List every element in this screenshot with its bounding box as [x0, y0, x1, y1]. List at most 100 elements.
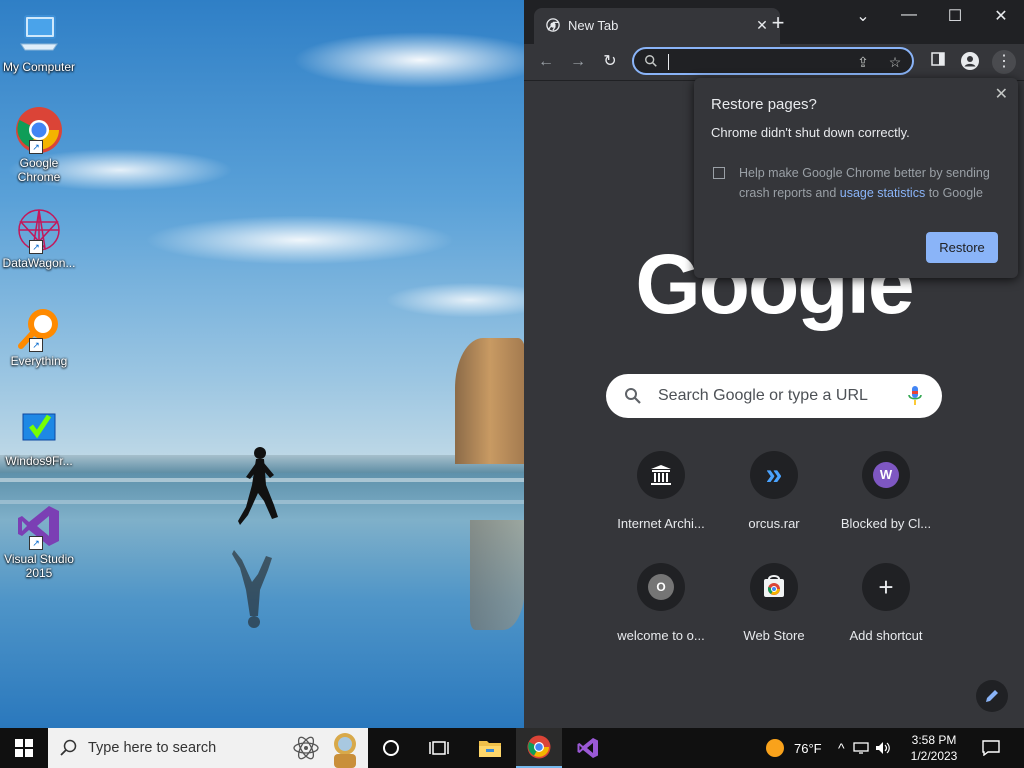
computer-icon	[15, 10, 63, 58]
letter-o-icon: O	[637, 563, 685, 611]
shortcut-label: Internet Archi...	[617, 516, 705, 531]
kebab-menu-icon[interactable]: ⋮	[992, 50, 1016, 74]
clock-date: 1/2/2023	[910, 749, 958, 763]
search-highlight-illustration-icon	[334, 733, 356, 768]
shortcut-arrow-icon: ↗	[29, 140, 43, 154]
profile-avatar-icon[interactable]	[960, 52, 980, 72]
shortcut-arrow-icon: ↗	[29, 240, 43, 254]
taskbar-visual-studio[interactable]	[565, 728, 611, 768]
close-window-icon[interactable]: ✕	[986, 6, 1016, 26]
shortcut-tile-internet-archive[interactable]: Internet Archi...	[605, 451, 717, 531]
desktop-wallpaper: My Computer ↗ Google Chrome ↗ DataWagon.…	[0, 0, 524, 728]
wallpaper-cliff-reflection	[470, 520, 524, 630]
chrome-window: New Tab ✕ + ⌄ — ☐ ✕ ← → ↻ ⇪ ☆ ⋮ Google S…	[524, 0, 1024, 728]
taskbar-clock[interactable]: 3:58 PM 1/2/2023	[904, 732, 964, 764]
text-caret	[668, 54, 669, 70]
plus-icon: +	[862, 563, 910, 611]
desktop-icon-label: Google Chrome	[17, 156, 61, 184]
desktop-icon-google-chrome[interactable]: ↗ Google Chrome	[0, 106, 78, 184]
desktop-icon-everything[interactable]: ↗ Everything	[0, 304, 78, 368]
shortcut-label: Web Store	[743, 628, 805, 643]
forward-arrow-icon[interactable]: →	[568, 52, 588, 72]
task-view-icon	[429, 741, 449, 755]
network-icon[interactable]	[852, 741, 869, 755]
minimize-icon[interactable]: —	[894, 6, 924, 24]
weather-widget[interactable]: 76°F	[766, 728, 822, 768]
desktop-icon-label: My Computer	[2, 60, 76, 74]
shortcut-glyph: O	[648, 574, 674, 600]
weather-temp: 76°F	[794, 740, 822, 756]
chrome-favicon-icon	[546, 18, 560, 32]
wallpaper-runner	[238, 447, 278, 525]
clock-time: 3:58 PM	[911, 733, 957, 747]
desktop-icon-datawagon[interactable]: ↗ DataWagon...	[0, 206, 78, 270]
taskbar-chrome[interactable]	[516, 728, 562, 768]
chrome-toolbar: ← → ↻ ⇪ ☆ ⋮	[524, 44, 1024, 81]
ntp-search-placeholder: Search Google or type a URL	[658, 387, 868, 404]
maximize-icon[interactable]: ☐	[940, 6, 970, 26]
chrome-icon	[527, 735, 551, 759]
shortcut-label: orcus.rar	[748, 516, 800, 531]
restore-dialog-title: Restore pages?	[711, 96, 817, 113]
task-view-button[interactable]	[416, 728, 462, 768]
letter-w-icon: W	[862, 451, 910, 499]
side-panel-icon[interactable]	[928, 52, 948, 72]
share-icon[interactable]: ⇪	[854, 53, 872, 71]
desktop-icon-windos9fr[interactable]: Windos9Fr...	[0, 404, 78, 468]
datawagon-icon: ↗	[15, 206, 63, 254]
crash-report-label: Help make Google Chrome better by sendin…	[739, 163, 999, 203]
desktop-icon-label: Visual Studio 2015	[4, 552, 74, 580]
wallpaper-cliff	[455, 338, 524, 464]
crash-report-checkbox[interactable]	[713, 167, 725, 179]
tab-new-tab[interactable]: New Tab ✕	[534, 8, 780, 44]
taskbar-file-explorer[interactable]	[467, 728, 513, 768]
desktop-icon-label: Windos9Fr...	[5, 454, 73, 468]
atom-icon	[293, 736, 319, 760]
double-chevron-icon: »	[750, 451, 798, 499]
shortcut-tile-orcus[interactable]: » orcus.rar	[718, 451, 830, 531]
shortcut-tile-welcome[interactable]: O welcome to o...	[605, 563, 717, 643]
tab-search-chevron-icon[interactable]: ⌄	[848, 6, 878, 26]
chrome-titlebar[interactable]: New Tab ✕ + ⌄ — ☐ ✕	[524, 0, 1024, 44]
magnifier-icon: ↗	[15, 304, 63, 352]
volume-icon[interactable]	[875, 741, 891, 755]
notifications-button[interactable]	[968, 728, 1014, 768]
tab-title: New Tab	[568, 18, 619, 33]
show-hidden-icons-chevron-icon[interactable]: ^	[838, 740, 845, 756]
shortcut-tile-blocked[interactable]: W Blocked by Cl...	[830, 451, 942, 531]
microphone-icon[interactable]	[908, 386, 922, 406]
usage-statistics-link[interactable]: usage statistics	[840, 186, 925, 200]
wallpaper-runner-reflection	[232, 550, 272, 628]
restore-button[interactable]: Restore	[926, 232, 998, 263]
shortcut-tile-web-store[interactable]: Web Store	[718, 563, 830, 643]
shortcut-glyph: W	[873, 462, 899, 488]
start-button[interactable]	[0, 728, 48, 768]
shortcut-tile-add[interactable]: + Add shortcut	[830, 563, 942, 643]
visual-studio-icon	[577, 738, 598, 758]
new-tab-plus-icon[interactable]: +	[768, 12, 788, 34]
taskbar-search-box[interactable]: Type here to search	[48, 728, 368, 768]
notification-chat-icon	[982, 740, 1000, 756]
omnibox-input[interactable]: ⇪ ☆	[632, 47, 914, 75]
desktop-icon-label: DataWagon...	[2, 256, 76, 270]
search-icon	[645, 55, 657, 67]
desktop-icon-my-computer[interactable]: My Computer	[0, 10, 78, 74]
ntp-search-box[interactable]: Search Google or type a URL	[606, 374, 942, 418]
cortana-button[interactable]	[368, 728, 414, 768]
restore-dialog-subtitle: Chrome didn't shut down correctly.	[711, 125, 910, 140]
customize-pencil-icon[interactable]	[976, 680, 1008, 712]
back-arrow-icon[interactable]: ←	[536, 52, 556, 72]
desktop-icon-visual-studio[interactable]: ↗ Visual Studio 2015	[0, 502, 78, 580]
bookmark-star-icon[interactable]: ☆	[886, 53, 904, 71]
taskbar: Type here to search 76°F ^ 3:58 PM 1/2/2…	[0, 728, 1024, 768]
crash-report-text-end: to Google	[925, 186, 983, 200]
restore-pages-dialog: Restore pages? ✕ Chrome didn't shut down…	[694, 78, 1018, 278]
search-icon	[60, 739, 77, 756]
close-icon[interactable]: ✕	[995, 84, 1008, 104]
search-icon	[625, 388, 641, 404]
chrome-icon: ↗	[15, 106, 63, 154]
reload-icon[interactable]: ↻	[600, 52, 620, 72]
shortcut-glyph: +	[878, 572, 894, 602]
shortcut-arrow-icon: ↗	[29, 536, 43, 550]
desktop-icon-label: Everything	[10, 354, 68, 368]
